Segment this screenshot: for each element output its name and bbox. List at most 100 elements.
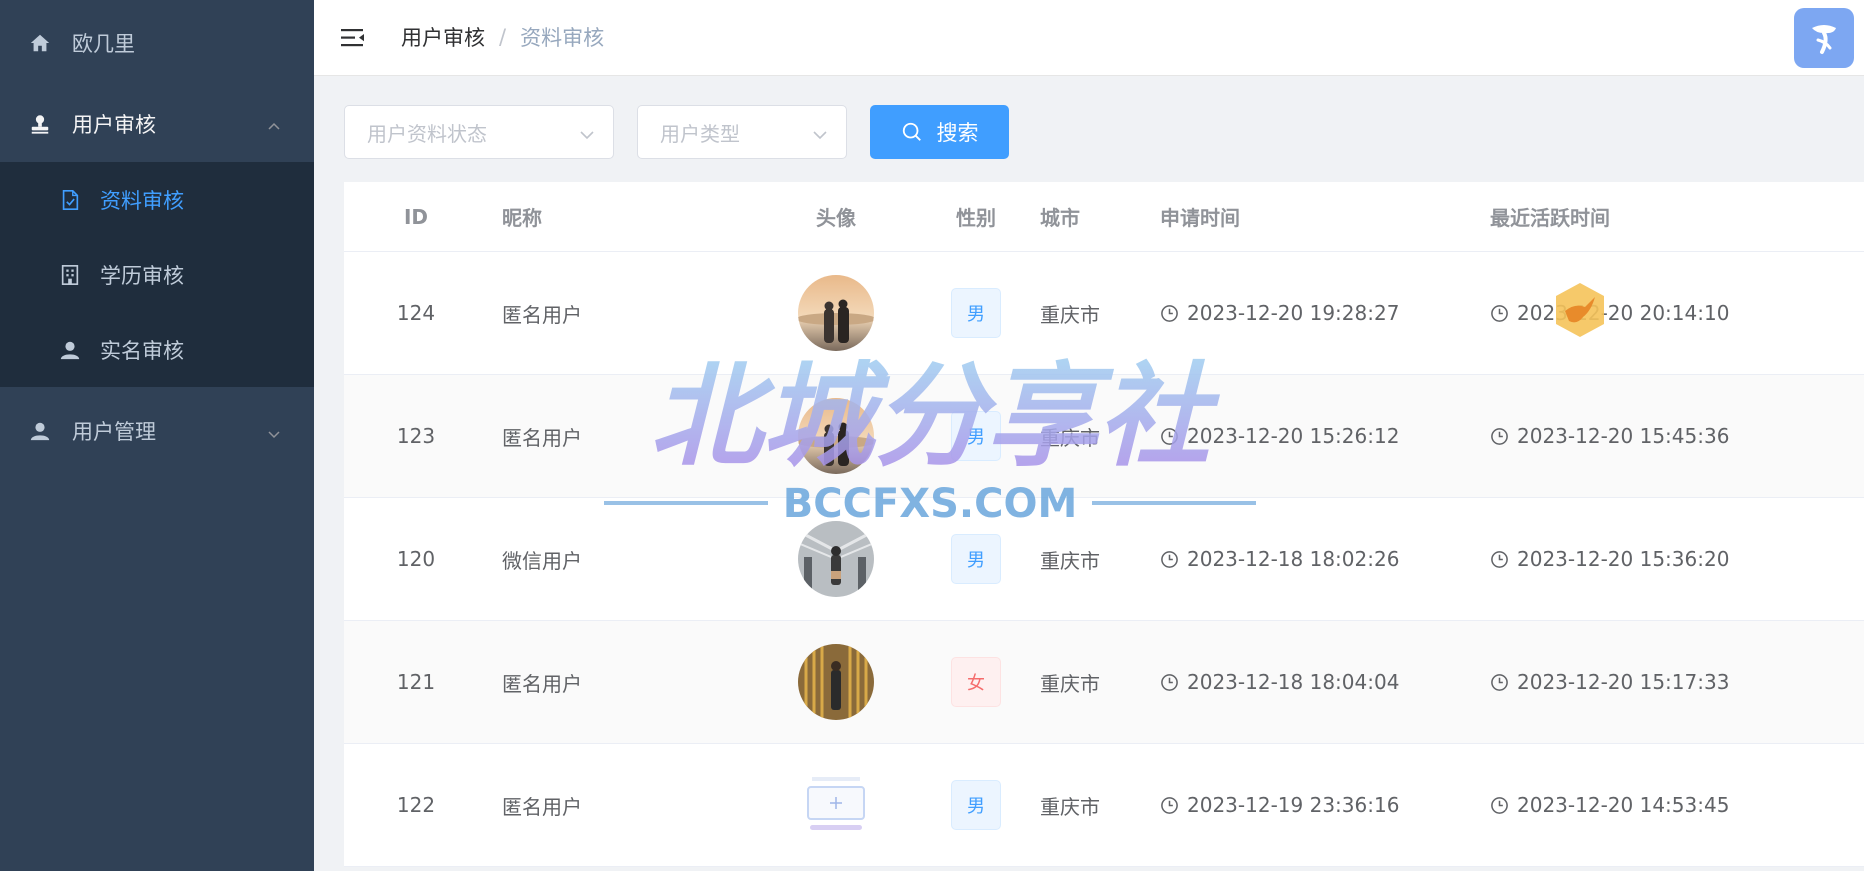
- chevron-up-icon: [266, 116, 282, 132]
- cell-name: 微信用户: [502, 548, 582, 573]
- cell-gender: 男: [926, 411, 1026, 461]
- user-avatar[interactable]: [1794, 8, 1854, 68]
- table-row[interactable]: 124 匿名用户 男 重庆市 2023-12-20 19:28:27 2023-…: [344, 252, 1864, 375]
- clock-icon: [1491, 304, 1508, 322]
- chevron-down-icon: [812, 124, 828, 140]
- cell-city: 重庆市: [1040, 671, 1100, 696]
- apply-time-text: 2023-12-20 19:28:27: [1187, 301, 1400, 325]
- sidebar-item-label: 实名审核: [100, 338, 184, 363]
- table-row[interactable]: 123 匿名用户 男 重庆市 2023-12-20 15:26:12 2023-…: [344, 375, 1864, 498]
- sidebar-item-education-review[interactable]: 学历审核: [0, 237, 314, 312]
- menu-item-label: 欧几里: [72, 32, 135, 56]
- apply-time-text: 2023-12-18 18:04:04: [1187, 670, 1400, 694]
- breadcrumb-item[interactable]: 用户审核: [401, 22, 485, 52]
- cell-id: 121: [396, 670, 436, 694]
- search-button[interactable]: 搜索: [870, 105, 1009, 159]
- sidebar: 欧几里 用户审核 资料审核 学历审核 实名审核 用户管理: [0, 0, 314, 871]
- user-avatar-image[interactable]: [798, 398, 874, 474]
- chevron-down-icon: [579, 124, 595, 140]
- breadcrumb-separator: /: [499, 25, 507, 49]
- home-icon: [28, 31, 52, 55]
- sidebar-item-realname-review[interactable]: 实名审核: [0, 312, 314, 387]
- header-name: 昵称: [502, 206, 542, 230]
- clock-icon: [1491, 550, 1508, 568]
- active-time-text: 2023-12-20 15:36:20: [1517, 547, 1730, 571]
- cell-gender: 男: [926, 780, 1026, 830]
- profile-status-select[interactable]: 用户资料状态: [344, 105, 614, 159]
- table-row[interactable]: 120 微信用户 男 重庆市 2023-12-18 18:02:26 2023-…: [344, 498, 1864, 621]
- user-avatar-image[interactable]: [798, 644, 874, 720]
- clock-icon: [1491, 427, 1508, 445]
- select-placeholder: 用户类型: [660, 121, 740, 146]
- cell-city: 重庆市: [1040, 548, 1100, 573]
- cell-apply-time: 2023-12-20 19:28:27: [1146, 301, 1476, 325]
- menu-item-user-manage[interactable]: 用户管理: [0, 387, 314, 475]
- cell-name: 匿名用户: [502, 794, 582, 819]
- gender-tag: 男: [951, 534, 1001, 584]
- user-icon: [58, 338, 82, 362]
- cell-apply-time: 2023-12-18 18:02:26: [1146, 547, 1476, 571]
- cell-city: 重庆市: [1040, 302, 1100, 327]
- cell-avatar: [746, 521, 926, 597]
- user-avatar-image[interactable]: [798, 767, 874, 843]
- sidebar-item-label: 资料审核: [100, 188, 184, 213]
- chevron-down-icon: [266, 423, 282, 439]
- table-row[interactable]: 121 匿名用户 女 重庆市 2023-12-18 18:04:04 2023-…: [344, 621, 1864, 744]
- active-time-text: 2023-12-20 15:17:33: [1517, 670, 1730, 694]
- clock-icon: [1491, 673, 1508, 691]
- navbar: 用户审核 / 资料审核: [314, 0, 1864, 76]
- header-apply-time: 申请时间: [1160, 206, 1240, 230]
- hamburger-icon[interactable]: [340, 25, 366, 51]
- menu-item-user-review[interactable]: 用户审核: [0, 86, 314, 162]
- menu-item-home[interactable]: 欧几里: [0, 0, 314, 86]
- active-time-text: 2023-12-20 20:14:10: [1517, 301, 1730, 325]
- cell-gender: 女: [926, 657, 1026, 707]
- active-time-text: 2023-12-20 15:45:36: [1517, 424, 1730, 448]
- cell-active-time: 2023-12-20 15:36:20: [1476, 547, 1806, 571]
- cell-avatar: [746, 398, 926, 474]
- document-check-icon: [58, 188, 82, 212]
- app-logo-icon: [1812, 25, 1836, 54]
- user-type-select[interactable]: 用户类型: [637, 105, 847, 159]
- clock-icon: [1161, 796, 1178, 814]
- search-button-label: 搜索: [936, 121, 979, 145]
- apply-time-text: 2023-12-19 23:36:16: [1187, 793, 1400, 817]
- breadcrumb-item-current: 资料审核: [520, 26, 605, 50]
- review-table: ID 昵称 头像 性别 城市 申请时间 最近活跃时间 124 匿名用户 男 重庆…: [344, 182, 1864, 867]
- cell-id: 124: [396, 301, 436, 325]
- cell-avatar: [746, 275, 926, 351]
- active-time-text: 2023-12-20 14:53:45: [1517, 793, 1730, 817]
- table-header: ID 昵称 头像 性别 城市 申请时间 最近活跃时间: [344, 182, 1864, 252]
- select-placeholder: 用户资料状态: [367, 121, 487, 146]
- table-row[interactable]: 122 匿名用户 男 重庆市 2023-12-19 23:36:16 2023-…: [344, 744, 1864, 867]
- cell-active-time: 2023-12-20 20:14:10: [1476, 301, 1806, 325]
- building-icon: [58, 263, 82, 287]
- clock-icon: [1161, 550, 1178, 568]
- sidebar-item-profile-review[interactable]: 资料审核: [0, 162, 314, 237]
- user-avatar-image[interactable]: [798, 521, 874, 597]
- header-city: 城市: [1040, 206, 1080, 230]
- cell-name: 匿名用户: [502, 302, 582, 327]
- cell-name: 匿名用户: [502, 671, 582, 696]
- filter-bar: 用户资料状态 用户类型 搜索: [344, 105, 1009, 159]
- header-avatar: 头像: [816, 206, 856, 230]
- cell-avatar: [746, 767, 926, 843]
- breadcrumb: 用户审核 / 资料审核: [401, 22, 604, 52]
- cell-id: 123: [396, 424, 436, 448]
- header-gender: 性别: [956, 206, 996, 230]
- gender-tag: 男: [951, 288, 1001, 338]
- cell-id: 120: [396, 547, 436, 571]
- header-id: ID: [403, 204, 429, 229]
- clock-icon: [1161, 304, 1178, 322]
- header-active-time: 最近活跃时间: [1490, 206, 1610, 230]
- gender-tag: 男: [951, 780, 1001, 830]
- clock-icon: [1491, 796, 1508, 814]
- cell-active-time: 2023-12-20 15:45:36: [1476, 424, 1806, 448]
- cell-id: 122: [396, 793, 436, 817]
- gender-tag: 男: [951, 411, 1001, 461]
- submenu-user-review: 资料审核 学历审核 实名审核: [0, 162, 314, 387]
- clock-icon: [1161, 673, 1178, 691]
- apply-time-text: 2023-12-20 15:26:12: [1187, 424, 1400, 448]
- user-avatar-image[interactable]: [798, 275, 874, 351]
- gender-tag: 女: [951, 657, 1001, 707]
